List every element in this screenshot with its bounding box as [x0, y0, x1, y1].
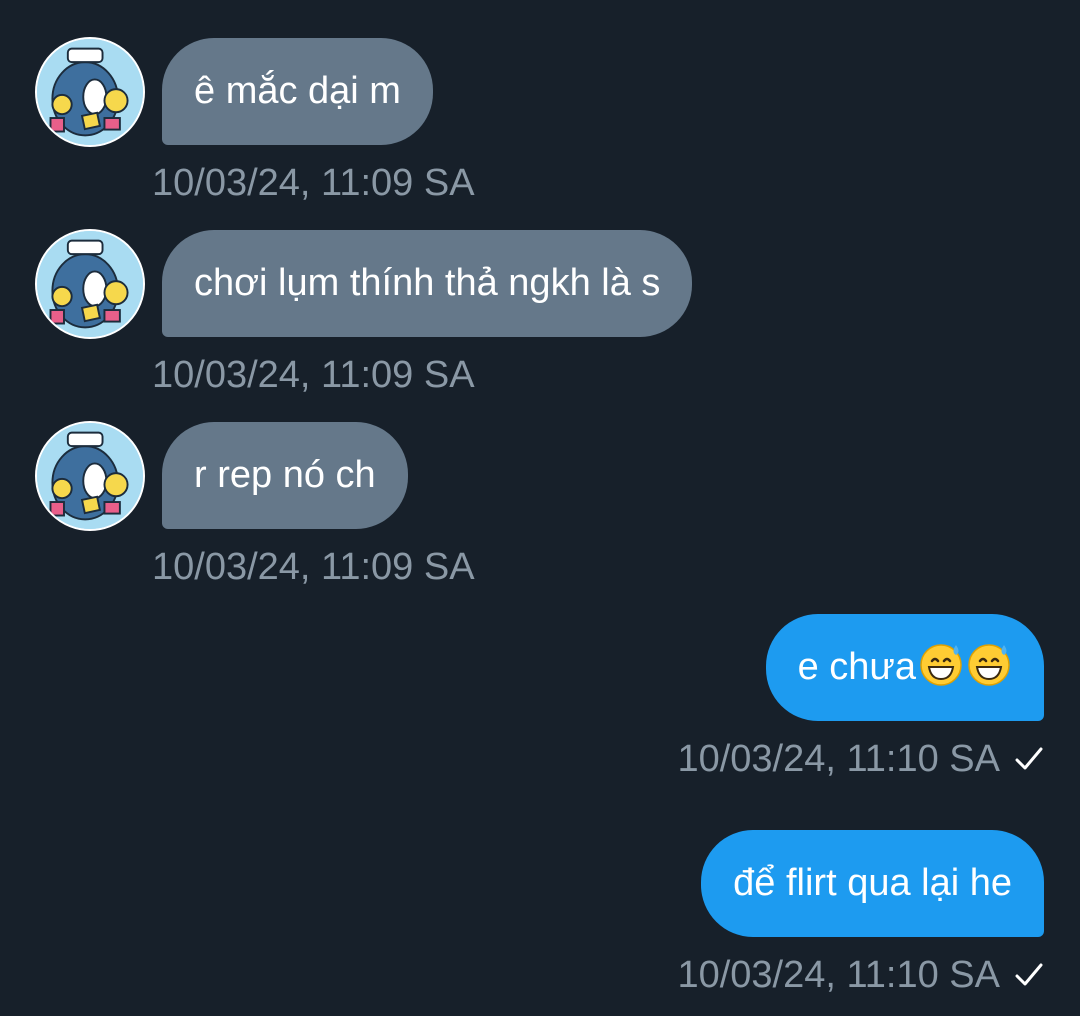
message-bubble-incoming[interactable]: ê mắc dại m — [162, 38, 433, 145]
message-text: ê mắc dại m — [194, 70, 401, 112]
grinning-sweat-emoji-icon — [920, 644, 962, 686]
message-bubble-outgoing[interactable]: e chưa — [765, 614, 1044, 721]
avatar-image — [37, 231, 143, 337]
avatar[interactable] — [35, 37, 145, 147]
message-timestamp: 10/03/24, 11:10 SA — [677, 736, 1044, 782]
message-timestamp: 10/03/24, 11:09 SA — [152, 354, 475, 396]
check-icon — [1015, 963, 1043, 986]
message-timestamp: 10/03/24, 11:09 SA — [152, 546, 475, 588]
message-bubble-incoming[interactable]: chơi lụm thính thả ngkh là s — [162, 230, 693, 337]
message-text: e chưa — [797, 646, 916, 688]
message-timestamp-text: 10/03/24, 11:10 SA — [677, 738, 1000, 780]
message-text: để flirt qua lại he — [733, 862, 1012, 904]
avatar[interactable] — [35, 421, 145, 531]
avatar-image — [37, 39, 143, 145]
message-thread: ê mắc dại m 10/03/24, 11:09 SA chơi lụm … — [0, 0, 1080, 1016]
message-timestamp-text: 10/03/24, 11:10 SA — [677, 954, 1000, 996]
message-bubble-outgoing[interactable]: để flirt qua lại he — [701, 830, 1044, 937]
check-icon — [1015, 747, 1043, 770]
grinning-sweat-emoji-icon — [968, 644, 1010, 686]
message-timestamp: 10/03/24, 11:10 SA — [677, 952, 1044, 998]
message-bubble-incoming[interactable]: r rep nó ch — [162, 422, 408, 529]
avatar[interactable] — [35, 229, 145, 339]
message-text: chơi lụm thính thả ngkh là s — [194, 262, 661, 304]
message-timestamp: 10/03/24, 11:09 SA — [152, 162, 475, 204]
message-text: r rep nó ch — [194, 454, 376, 496]
avatar-image — [37, 423, 143, 529]
